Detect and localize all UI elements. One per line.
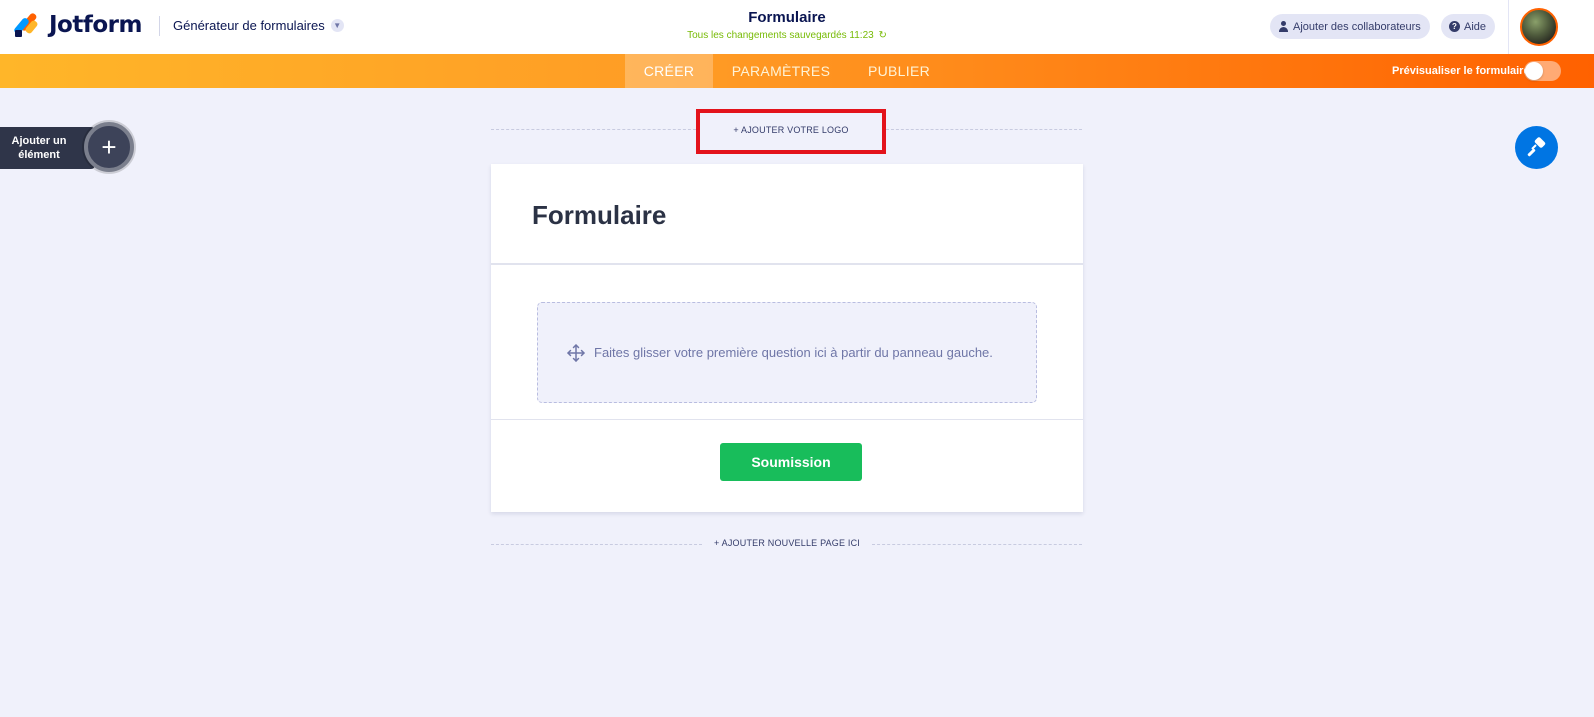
logo-divider-left — [491, 129, 696, 130]
submit-divider — [491, 419, 1083, 420]
tab-create[interactable]: CRÉER — [625, 54, 713, 88]
save-status-text: Tous les changements sauvegardés 11:23 — [687, 30, 874, 41]
form-designer-button[interactable] — [1515, 126, 1558, 169]
add-element-label: Ajouter un élément — [11, 135, 67, 161]
jotform-logo-icon — [13, 12, 39, 38]
header-divider — [159, 16, 160, 36]
builder-nav: CRÉER PARAMÈTRES PUBLIER — [0, 54, 1594, 88]
builder-menu-dropdown[interactable]: Générateur de formulaires ▼ — [173, 18, 344, 33]
logo-divider-right — [886, 129, 1082, 130]
jotform-logo[interactable]: Jotform — [13, 12, 142, 38]
preview-form-toggle[interactable] — [1524, 61, 1561, 81]
builder-menu-label: Générateur de formulaires — [173, 18, 325, 33]
move-arrows-icon — [567, 343, 585, 362]
header-divider-right — [1508, 0, 1509, 54]
user-icon — [1278, 21, 1289, 32]
form-card: Formulaire Faites glisser votre première… — [491, 164, 1083, 512]
top-header: Jotform Générateur de formulaires ▼ Form… — [0, 0, 1594, 54]
page-divider-right — [872, 544, 1082, 545]
add-collaborators-label: Ajouter des collaborateurs — [1293, 20, 1421, 33]
chevron-down-icon: ▼ — [330, 19, 344, 32]
help-button[interactable]: ? Aide — [1441, 14, 1496, 39]
brand-name: Jotform — [49, 12, 142, 38]
avatar[interactable] — [1520, 8, 1558, 46]
heading-divider — [491, 263, 1083, 265]
add-element-button[interactable]: Ajouter un élément — [0, 127, 95, 169]
add-logo-label: + AJOUTER VOTRE LOGO — [733, 124, 849, 135]
question-dropzone[interactable]: Faites glisser votre première question i… — [537, 302, 1037, 403]
add-page-button[interactable]: + AJOUTER NOUVELLE PAGE ICI — [702, 538, 872, 548]
add-logo-button[interactable]: + AJOUTER VOTRE LOGO — [696, 109, 886, 154]
tab-publish[interactable]: PUBLIER — [849, 54, 949, 88]
add-collaborators-button[interactable]: Ajouter des collaborateurs — [1270, 14, 1430, 39]
paint-roller-icon — [1527, 136, 1545, 156]
page-title[interactable]: Formulaire — [587, 9, 987, 26]
save-status: Tous les changements sauvegardés 11:23 ↻ — [587, 30, 987, 41]
help-icon: ? — [1449, 21, 1460, 32]
submit-button[interactable]: Soumission — [720, 443, 862, 481]
page-divider-left — [491, 544, 702, 545]
help-label: Aide — [1464, 20, 1487, 33]
refresh-icon[interactable]: ↻ — [879, 30, 887, 41]
tab-settings[interactable]: PARAMÈTRES — [713, 54, 849, 88]
preview-form-label: Prévisualiser le formulaire — [1392, 65, 1530, 77]
form-title-block: Formulaire Tous les changements sauvegar… — [587, 9, 987, 41]
dropzone-text: Faites glisser votre première question i… — [594, 345, 993, 360]
plus-icon[interactable]: + — [84, 122, 134, 172]
form-heading[interactable]: Formulaire — [532, 200, 666, 231]
toggle-knob — [1525, 62, 1543, 80]
